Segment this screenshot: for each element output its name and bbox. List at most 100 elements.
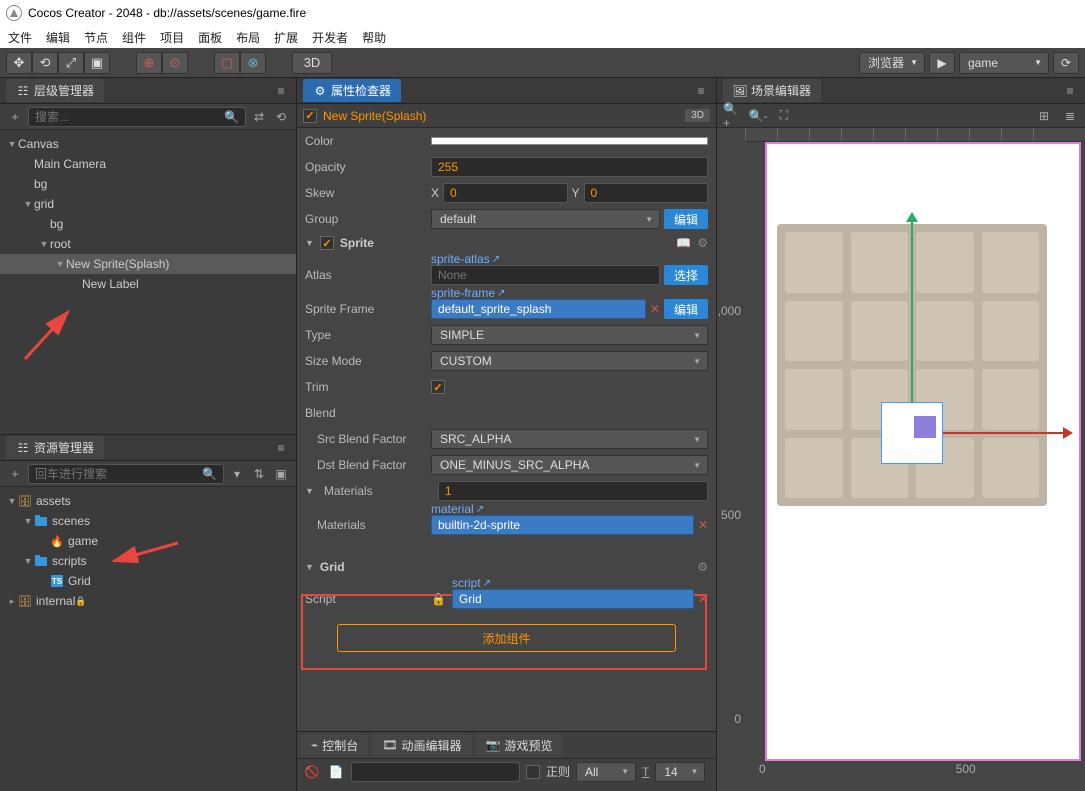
hierarchy-item[interactable]: New Label <box>0 274 296 294</box>
hierarchy-search-input[interactable] <box>35 110 224 124</box>
badge-3d[interactable]: 3D <box>685 109 710 122</box>
zoom-in-icon[interactable]: 🔍+ <box>723 107 741 125</box>
grid-section-header[interactable]: ▼ Grid ⚙ <box>297 556 716 578</box>
asset-item[interactable]: TSGrid <box>0 571 296 591</box>
copy-icon[interactable]: 📄 <box>327 763 345 781</box>
selected-sprite[interactable] <box>914 416 936 438</box>
menu-layout[interactable]: 布局 <box>236 29 260 46</box>
node-enabled-checkbox[interactable] <box>303 109 317 123</box>
hierarchy-item[interactable]: bg <box>0 214 296 234</box>
fit-icon[interactable]: ⛶ <box>775 107 793 125</box>
material-field[interactable]: builtin-2d-sprite <box>431 515 694 535</box>
size-mode-select[interactable]: CUSTOM <box>431 351 708 371</box>
console-tab[interactable]: ⌁控制台 <box>301 734 368 757</box>
menu-developer[interactable]: 开发者 <box>312 29 348 46</box>
type-select[interactable]: SIMPLE <box>431 325 708 345</box>
gizmo-y-axis[interactable] <box>911 214 913 432</box>
collapse-all-button[interactable]: ⇄ <box>250 108 268 126</box>
clear-script-icon[interactable]: ✕ <box>698 592 708 606</box>
move-tool-button[interactable]: ✥ <box>6 52 32 74</box>
src-blend-select[interactable]: SRC_ALPHA <box>431 429 708 449</box>
asset-item[interactable]: ▼🗄assets <box>0 491 296 511</box>
asset-item[interactable]: ▼scripts <box>0 551 296 571</box>
menu-extension[interactable]: 扩展 <box>274 29 298 46</box>
menu-node[interactable]: 节点 <box>84 29 108 46</box>
asset-item[interactable]: 🔥game <box>0 531 296 551</box>
mode-3d-button[interactable]: 3D <box>292 52 332 74</box>
collapse-assets-button[interactable]: ▣ <box>272 465 290 483</box>
asset-item[interactable]: ▸🗄internal 🔒 <box>0 591 296 611</box>
pivot-tool-button[interactable]: ⊙ <box>162 52 188 74</box>
console-filter-input[interactable] <box>351 762 520 782</box>
scale-tool-button[interactable]: ⤢ <box>58 52 84 74</box>
assets-search-input[interactable] <box>35 467 202 481</box>
game-preview-tab[interactable]: 📷游戏预览 <box>476 734 563 757</box>
hierarchy-item[interactable]: bg <box>0 174 296 194</box>
hierarchy-item[interactable]: ▼grid <box>0 194 296 214</box>
menu-edit[interactable]: 编辑 <box>46 29 70 46</box>
sprite-section-header[interactable]: ▼ Sprite 📖⚙ <box>297 232 716 254</box>
layers-icon[interactable]: ≣ <box>1061 107 1079 125</box>
preview-scene-select[interactable]: game <box>959 52 1049 74</box>
hierarchy-tab[interactable]: ☷层级管理器 <box>6 79 104 102</box>
hierarchy-item[interactable]: ▼root <box>0 234 296 254</box>
font-size-select[interactable]: 14 <box>655 762 705 782</box>
rect-tool-button[interactable]: ▣ <box>84 52 110 74</box>
sort-button[interactable]: ⇅ <box>250 465 268 483</box>
dst-blend-select[interactable]: ONE_MINUS_SRC_ALPHA <box>431 455 708 475</box>
regex-checkbox[interactable] <box>526 765 540 779</box>
gear-icon[interactable]: ⚙ <box>697 236 708 250</box>
skew-y-input[interactable]: 0 <box>584 183 708 203</box>
menu-panel[interactable]: 面板 <box>198 29 222 46</box>
refresh-hierarchy-button[interactable]: ⟲ <box>272 108 290 126</box>
filter-button[interactable]: ▾ <box>228 465 246 483</box>
clear-frame-icon[interactable]: ✕ <box>650 302 660 316</box>
menu-file[interactable]: 文件 <box>8 29 32 46</box>
panel-menu-icon[interactable]: ≡ <box>1061 82 1079 100</box>
play-button[interactable]: ▶ <box>929 52 955 74</box>
inspector-tab[interactable]: ⚙属性检查器 <box>303 79 401 102</box>
add-node-button[interactable]: + <box>6 108 24 126</box>
hierarchy-item[interactable]: ▼Canvas <box>0 134 296 154</box>
scene-viewport[interactable] <box>765 142 1081 761</box>
hierarchy-search[interactable]: 🔍 <box>28 107 246 127</box>
opacity-input[interactable]: 255 <box>431 157 708 177</box>
clear-console-button[interactable]: 🚫 <box>303 763 321 781</box>
refresh-button[interactable]: ⟳ <box>1053 52 1079 74</box>
color-field[interactable] <box>431 137 708 145</box>
align-icon[interactable]: ⊞ <box>1035 107 1053 125</box>
assets-search[interactable]: 🔍 <box>28 464 224 484</box>
zoom-out-icon[interactable]: 🔍- <box>749 107 767 125</box>
atlas-select-button[interactable]: 选择 <box>664 265 708 285</box>
world-toggle-button[interactable]: ⊗ <box>240 52 266 74</box>
scene-tab[interactable]: 🖼场景编辑器 <box>723 79 821 102</box>
menu-help[interactable]: 帮助 <box>362 29 386 46</box>
scene-canvas[interactable]: 1,000 500 0 0 500 <box>717 128 1085 791</box>
gear-icon[interactable]: ⚙ <box>697 560 708 574</box>
help-icon[interactable]: 📖 <box>676 236 691 250</box>
sprite-frame-field[interactable]: default_sprite_splash <box>431 299 646 319</box>
add-asset-button[interactable]: + <box>6 465 24 483</box>
group-select[interactable]: default <box>431 209 660 229</box>
anim-editor-tab[interactable]: 🎞动画编辑器 <box>372 734 471 757</box>
panel-menu-icon[interactable]: ≡ <box>272 439 290 457</box>
hierarchy-item[interactable]: Main Camera <box>0 154 296 174</box>
panel-menu-icon[interactable]: ≡ <box>692 82 710 100</box>
skew-x-input[interactable]: 0 <box>443 183 567 203</box>
group-edit-button[interactable]: 编辑 <box>664 209 708 229</box>
atlas-field[interactable]: None <box>431 265 660 285</box>
trim-checkbox[interactable] <box>431 380 445 394</box>
log-level-select[interactable]: All <box>576 762 636 782</box>
preview-platform-select[interactable]: 浏览器 <box>859 52 925 74</box>
sprite-enabled-checkbox[interactable] <box>320 236 334 250</box>
menu-project[interactable]: 项目 <box>160 29 184 46</box>
anchor-tool-button[interactable]: ⊕ <box>136 52 162 74</box>
hierarchy-item[interactable]: ▼New Sprite(Splash) <box>0 254 296 274</box>
clear-material-icon[interactable]: ✕ <box>698 518 708 532</box>
panel-menu-icon[interactable]: ≡ <box>272 82 290 100</box>
add-component-button[interactable]: 添加组件 <box>337 624 676 652</box>
script-field[interactable]: Grid <box>452 589 694 609</box>
assets-tab[interactable]: ☷资源管理器 <box>6 436 104 459</box>
menu-component[interactable]: 组件 <box>122 29 146 46</box>
materials-count-input[interactable]: 1 <box>438 481 708 501</box>
